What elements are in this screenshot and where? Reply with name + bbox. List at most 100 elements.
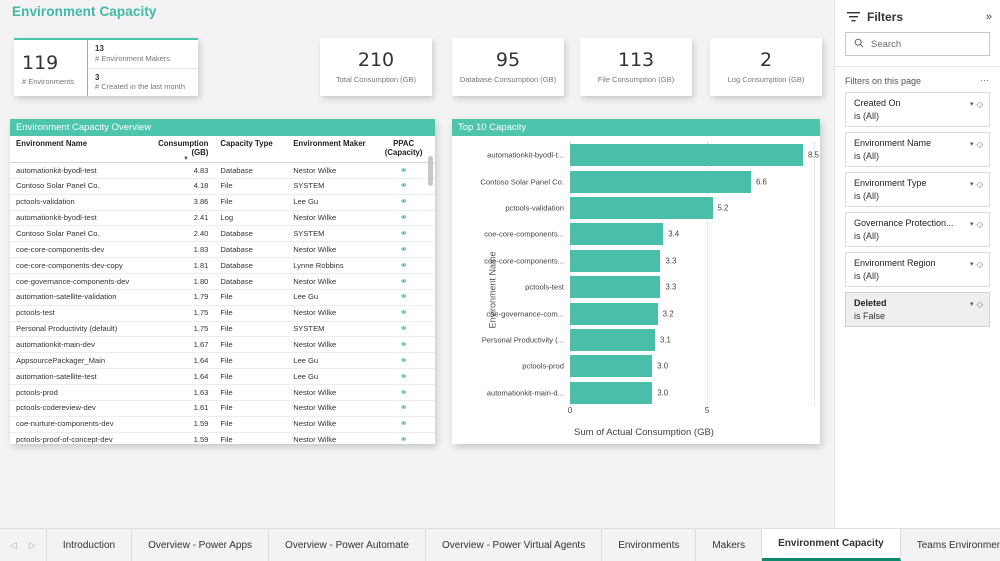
table-row[interactable]: automation-satellite-test 1.64 File Lee Gu ⚭ [10, 368, 435, 386]
table-row[interactable]: automationkit-byodl-test 2.41 Log Nestor Wi… [10, 210, 435, 227]
link-icon[interactable]: ⚭ [400, 213, 408, 222]
filter-card[interactable]: Created On ▾ ◇ is (All) [845, 92, 990, 127]
table-row[interactable]: AppsourcePackager_Main 1.64 File Lee Gu ⚭ [10, 352, 435, 370]
chart-bar[interactable] [570, 329, 655, 351]
chart-bar[interactable] [570, 144, 804, 167]
table-row[interactable]: coe-nurture-components-dev 1.59 File Nestor… [10, 416, 435, 433]
tab-prev-icon[interactable]: ◁ [10, 540, 17, 551]
filters-search-box[interactable]: Search [845, 32, 990, 56]
kpi-card-total-consumption[interactable]: 210 Total Consumption (GB) [320, 38, 432, 96]
table-row[interactable]: pctools-codereview-dev 1.61 File Nestor Wil… [10, 400, 435, 417]
cell-ppac-link[interactable]: ⚭ [376, 321, 435, 338]
chart-bar[interactable] [570, 302, 658, 325]
link-icon[interactable]: ⚭ [400, 419, 408, 428]
table-row[interactable]: coe-core-components-dev 1.83 Database Nesto… [10, 241, 435, 259]
link-icon[interactable]: ⚭ [400, 308, 408, 317]
cell-ppac-link[interactable]: ⚭ [376, 178, 435, 195]
chevron-down-icon[interactable]: ▾ [970, 218, 974, 228]
cell-ppac-link[interactable]: ⚭ [376, 162, 435, 179]
ellipsis-icon[interactable]: ⋯ [980, 75, 990, 86]
column-header-environment-name[interactable]: Environment Name [10, 136, 152, 163]
page-tab-environment-capacity[interactable]: Environment Capacity [762, 529, 901, 561]
chart-bar[interactable] [570, 223, 664, 246]
chevron-down-icon[interactable]: ▾ [970, 258, 974, 268]
cell-ppac-link[interactable]: ⚭ [376, 194, 435, 211]
eraser-icon[interactable]: ◇ [976, 218, 983, 230]
cell-ppac-link[interactable]: ⚭ [376, 257, 435, 275]
page-tab-environments[interactable]: Environments [602, 529, 697, 561]
table-row[interactable]: pctools-test 1.75 File Nestor Wilke ⚭ [10, 305, 435, 322]
filter-card[interactable]: Environment Name ▾ ◇ is (All) [845, 132, 990, 167]
environments-multirow-card[interactable]: 119 # Environments 13 # Environment Make… [14, 38, 198, 96]
kpi-card-file-consumption[interactable]: 113 File Consumption (GB) [580, 38, 692, 96]
table-row[interactable]: coe-governance-components-dev 1.80 Databas… [10, 273, 435, 290]
cell-ppac-link[interactable]: ⚭ [376, 225, 435, 243]
column-header-consumption[interactable]: Consumption (GB) ▼ [151, 136, 215, 163]
table-row[interactable]: automation-satellite-validation 1.79 File L… [10, 289, 435, 306]
filter-card[interactable]: Governance Protection... ▾ ◇ is (All) [845, 212, 990, 247]
filter-card[interactable]: Deleted ▾ ◇ is False [845, 292, 990, 327]
eraser-icon[interactable]: ◇ [976, 98, 983, 110]
link-icon[interactable]: ⚭ [400, 292, 408, 301]
column-header-environment-maker[interactable]: Environment Maker [287, 136, 377, 163]
table-scrollbar-thumb[interactable] [428, 156, 433, 186]
table-scroll-area[interactable]: Environment Name Consumption (GB) ▼ Capa… [10, 136, 435, 444]
cell-ppac-link[interactable]: ⚭ [376, 416, 435, 433]
chart-bar[interactable] [570, 276, 661, 299]
link-icon[interactable]: ⚭ [400, 276, 408, 286]
page-tab-makers[interactable]: Makers [696, 529, 763, 561]
page-tab-teams-environments[interactable]: Teams Environments [900, 529, 1000, 561]
cell-ppac-link[interactable]: ⚭ [376, 400, 435, 417]
eraser-icon[interactable]: ◇ [976, 178, 983, 190]
link-icon[interactable]: ⚭ [400, 228, 408, 238]
cell-ppac-link[interactable]: ⚭ [376, 336, 435, 354]
link-icon[interactable]: ⚭ [400, 435, 408, 444]
cell-ppac-link[interactable]: ⚭ [376, 289, 435, 306]
column-header-capacity-type[interactable]: Capacity Type [214, 136, 288, 163]
table-row[interactable]: automationkit-main-dev 1.67 File Nestor Wil… [10, 336, 435, 354]
cell-ppac-link[interactable]: ⚭ [376, 305, 435, 322]
environment-capacity-table-visual[interactable]: Environment Capacity Overview Environmen… [10, 119, 435, 444]
link-icon[interactable]: ⚭ [400, 387, 408, 397]
chart-bar[interactable] [570, 355, 653, 378]
page-tab-introduction[interactable]: Introduction [46, 529, 133, 561]
eraser-icon[interactable]: ◇ [976, 298, 983, 310]
cell-ppac-link[interactable]: ⚭ [376, 432, 435, 444]
link-icon[interactable]: ⚭ [400, 165, 408, 175]
table-row[interactable]: coe-core-components-dev-copy 1.81 Database… [10, 257, 435, 275]
filter-card[interactable]: Environment Type ▾ ◇ is (All) [845, 172, 990, 207]
chart-bar[interactable] [570, 170, 751, 193]
page-tab-overview-power-virtual-agents[interactable]: Overview - Power Virtual Agents [425, 529, 603, 561]
table-scrollbar-track[interactable] [428, 156, 433, 442]
table-row[interactable]: automationkit-byodl-test 4.83 Database Nest… [10, 162, 435, 179]
cell-ppac-link[interactable]: ⚭ [376, 352, 435, 370]
chevron-down-icon[interactable]: ▾ [970, 138, 974, 148]
kpi-card-log-consumption[interactable]: 2 Log Consumption (GB) [710, 38, 822, 96]
table-row[interactable]: Personal Productivity (default) 1.75 File S… [10, 321, 435, 338]
link-icon[interactable]: ⚭ [400, 403, 408, 412]
chevron-down-icon[interactable]: ▾ [970, 178, 974, 188]
cell-ppac-link[interactable]: ⚭ [376, 384, 435, 401]
cell-ppac-link[interactable]: ⚭ [376, 273, 435, 290]
filter-card[interactable]: Environment Region ▾ ◇ is (All) [845, 252, 990, 287]
link-icon[interactable]: ⚭ [400, 371, 408, 381]
kpi-card-database-consumption[interactable]: 95 Database Consumption (GB) [452, 38, 564, 96]
table-row[interactable]: pctools-validation 3.86 File Lee Gu ⚭ [10, 194, 435, 211]
chart-bar[interactable] [570, 197, 713, 219]
link-icon[interactable]: ⚭ [400, 197, 408, 206]
table-row[interactable]: pctools-proof-of-concept-dev 1.59 File Nest… [10, 432, 435, 444]
eraser-icon[interactable]: ◇ [976, 138, 983, 150]
link-icon[interactable]: ⚭ [400, 339, 408, 349]
tab-next-icon[interactable]: ▷ [29, 540, 36, 551]
chevron-down-icon[interactable]: ▾ [970, 298, 974, 308]
page-tab-overview-power-automate[interactable]: Overview - Power Automate [269, 529, 426, 561]
cell-ppac-link[interactable]: ⚭ [376, 368, 435, 386]
table-row[interactable]: Contoso Solar Panel Co. 2.40 Database SYSTE… [10, 225, 435, 243]
top-10-capacity-chart-visual[interactable]: Top 10 Capacity Environment Name automat… [452, 119, 820, 444]
link-icon[interactable]: ⚭ [400, 324, 408, 333]
chart-bar[interactable] [570, 249, 661, 272]
eraser-icon[interactable]: ◇ [976, 258, 983, 270]
chart-bar[interactable] [570, 381, 653, 404]
chevron-double-right-icon[interactable]: » [986, 11, 992, 23]
page-tab-overview-power-apps[interactable]: Overview - Power Apps [132, 529, 270, 561]
